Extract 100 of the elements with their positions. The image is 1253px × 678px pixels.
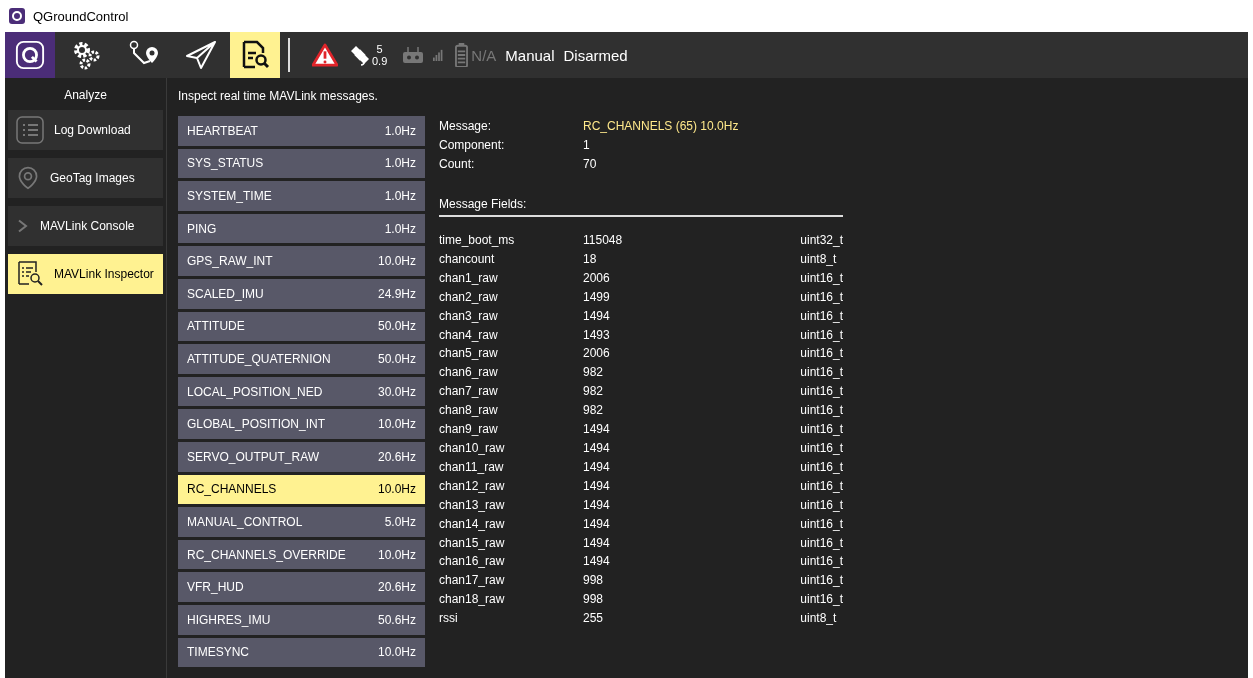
message-item[interactable]: LOCAL_POSITION_NED 30.0Hz [178,376,425,407]
message-item[interactable]: ATTITUDE_QUATERNION 50.0Hz [178,344,425,374]
info-label: Count: [439,156,476,172]
warning-icon[interactable] [312,43,338,67]
sidebar-title: Analyze [63,87,108,102]
message-item[interactable]: HEARTBEAT 1.0Hz [178,116,425,146]
fields-heading: Message Fields: [439,196,843,217]
toolbar-button[interactable] [230,32,280,78]
document-search-icon [16,260,44,288]
field-type: uint16_t [800,269,843,287]
field-value: 1494 [583,553,611,571]
message-item[interactable]: SYS_STATUS 1.0Hz [178,148,425,179]
field-value: 18 [583,250,598,268]
message-item[interactable]: TIMESYNC 10.0Hz [178,637,425,668]
message-rate: 10.0Hz [377,254,416,269]
field-type: uint16_t [800,553,843,571]
field-name: chan12_raw [439,477,506,495]
arm-status[interactable]: Disarmed [563,46,628,64]
field-value: 982 [583,364,605,382]
info-value: RC_CHANNELS (65) 10.0Hz [583,118,740,134]
field-name: chan4_raw [439,326,499,344]
field-value: 982 [583,383,605,401]
field-type: uint16_t [800,515,843,533]
info-value: 1 [583,137,591,153]
message-name: HIGHRES_IMU [187,612,271,627]
message-name: TIMESYNC [187,645,249,660]
message-item[interactable]: VFR_HUD 20.6Hz [178,572,425,602]
field-type: uint16_t [800,383,843,401]
field-name: chan3_raw [439,307,499,325]
sidebar-item[interactable]: Log Download [8,110,163,150]
field-name: time_boot_ms [439,232,516,249]
message-rate: 10.0Hz [377,645,416,660]
message-name: GPS_RAW_INT [187,254,273,269]
message-item[interactable]: PING 1.0Hz [178,213,425,244]
field-type: uint16_t [800,439,843,457]
message-item[interactable]: RC_CHANNELS_OVERRIDE 10.0Hz [178,539,425,570]
message-item[interactable]: MANUAL_CONTROL 5.0Hz [178,507,425,537]
message-name: RC_CHANNELS [187,482,277,497]
field-type: uint16_t [800,364,843,382]
message-item[interactable]: ATTITUDE 50.0Hz [178,311,425,342]
field-type: uint16_t [800,402,843,420]
message-item[interactable]: SCALED_IMU 24.9Hz [178,278,425,309]
message-name: SYSTEM_TIME [187,189,272,203]
field-value: 115048 [583,232,624,249]
info-label: Component: [439,137,506,153]
message-rate: 10.0Hz [377,482,416,497]
list-icon [16,116,44,144]
message-name: ATTITUDE_QUATERNION [187,351,331,366]
field-name: chan1_raw [439,269,499,287]
message-item[interactable]: GLOBAL_POSITION_INT 10.0Hz [178,409,425,439]
message-name: ATTITUDE [187,319,245,334]
field-value: 1494 [583,477,611,495]
field-name: chan8_raw [439,402,499,420]
sidebar-item[interactable]: GeoTag Images [8,158,163,198]
message-rate: 50.0Hz [377,351,416,366]
field-type: uint16_t [800,421,843,439]
battery-icon[interactable] [455,43,469,67]
message-rate: 20.6Hz [377,580,416,595]
field-value: 1499 [583,288,611,306]
message-item[interactable]: SYSTEM_TIME 1.0Hz [178,181,425,211]
field-name: chan10_raw [439,439,506,457]
paper-plane-icon [184,39,217,71]
field-type: uint16_t [800,496,843,514]
flight-mode[interactable]: Manual [505,46,555,64]
location-pin-icon [16,164,40,192]
field-name: chan18_raw [439,591,506,609]
message-rate: 5.0Hz [384,514,416,529]
message-rate: 50.0Hz [377,319,416,334]
message-rate: 50.6Hz [377,612,416,627]
field-value: 998 [583,591,605,609]
message-name: SYS_STATUS [187,156,264,171]
sidebar-item[interactable]: MAVLink Console [8,206,163,246]
field-type: uint16_t [800,534,843,552]
field-type: uint16_t [800,345,843,363]
battery-status: N/A [471,46,497,64]
field-name: chan15_raw [439,534,506,552]
message-item[interactable]: RC_CHANNELS 10.0Hz [178,474,425,505]
message-name: HEARTBEAT [187,123,258,138]
message-rate: 10.0Hz [377,547,416,562]
message-rate: 10.0Hz [377,417,416,432]
field-type: uint16_t [800,477,843,495]
field-name: chan13_raw [439,496,506,514]
field-name: chan2_raw [439,288,499,306]
field-value: 255 [583,610,605,628]
message-item[interactable]: SERVO_OUTPUT_RAW 20.6Hz [178,441,425,472]
app-icon [9,8,25,24]
toolbar-button[interactable] [5,32,55,78]
message-name: GLOBAL_POSITION_INT [187,417,326,432]
message-rate: 1.0Hz [384,189,416,203]
gps-hdop: 0.9 [372,55,388,67]
sidebar-item[interactable]: MAVLink Inspector [8,254,163,294]
field-name: chan9_raw [439,421,499,439]
field-value: 2006 [583,269,611,287]
chevron-icon [16,217,30,235]
field-value: 1494 [583,534,611,552]
remote-control-icon[interactable] [403,47,424,63]
field-type: uint16_t [800,591,843,609]
message-item[interactable]: GPS_RAW_INT 10.0Hz [178,246,425,276]
field-type: uint32_t [800,232,843,249]
message-item[interactable]: HIGHRES_IMU 50.6Hz [178,604,425,635]
